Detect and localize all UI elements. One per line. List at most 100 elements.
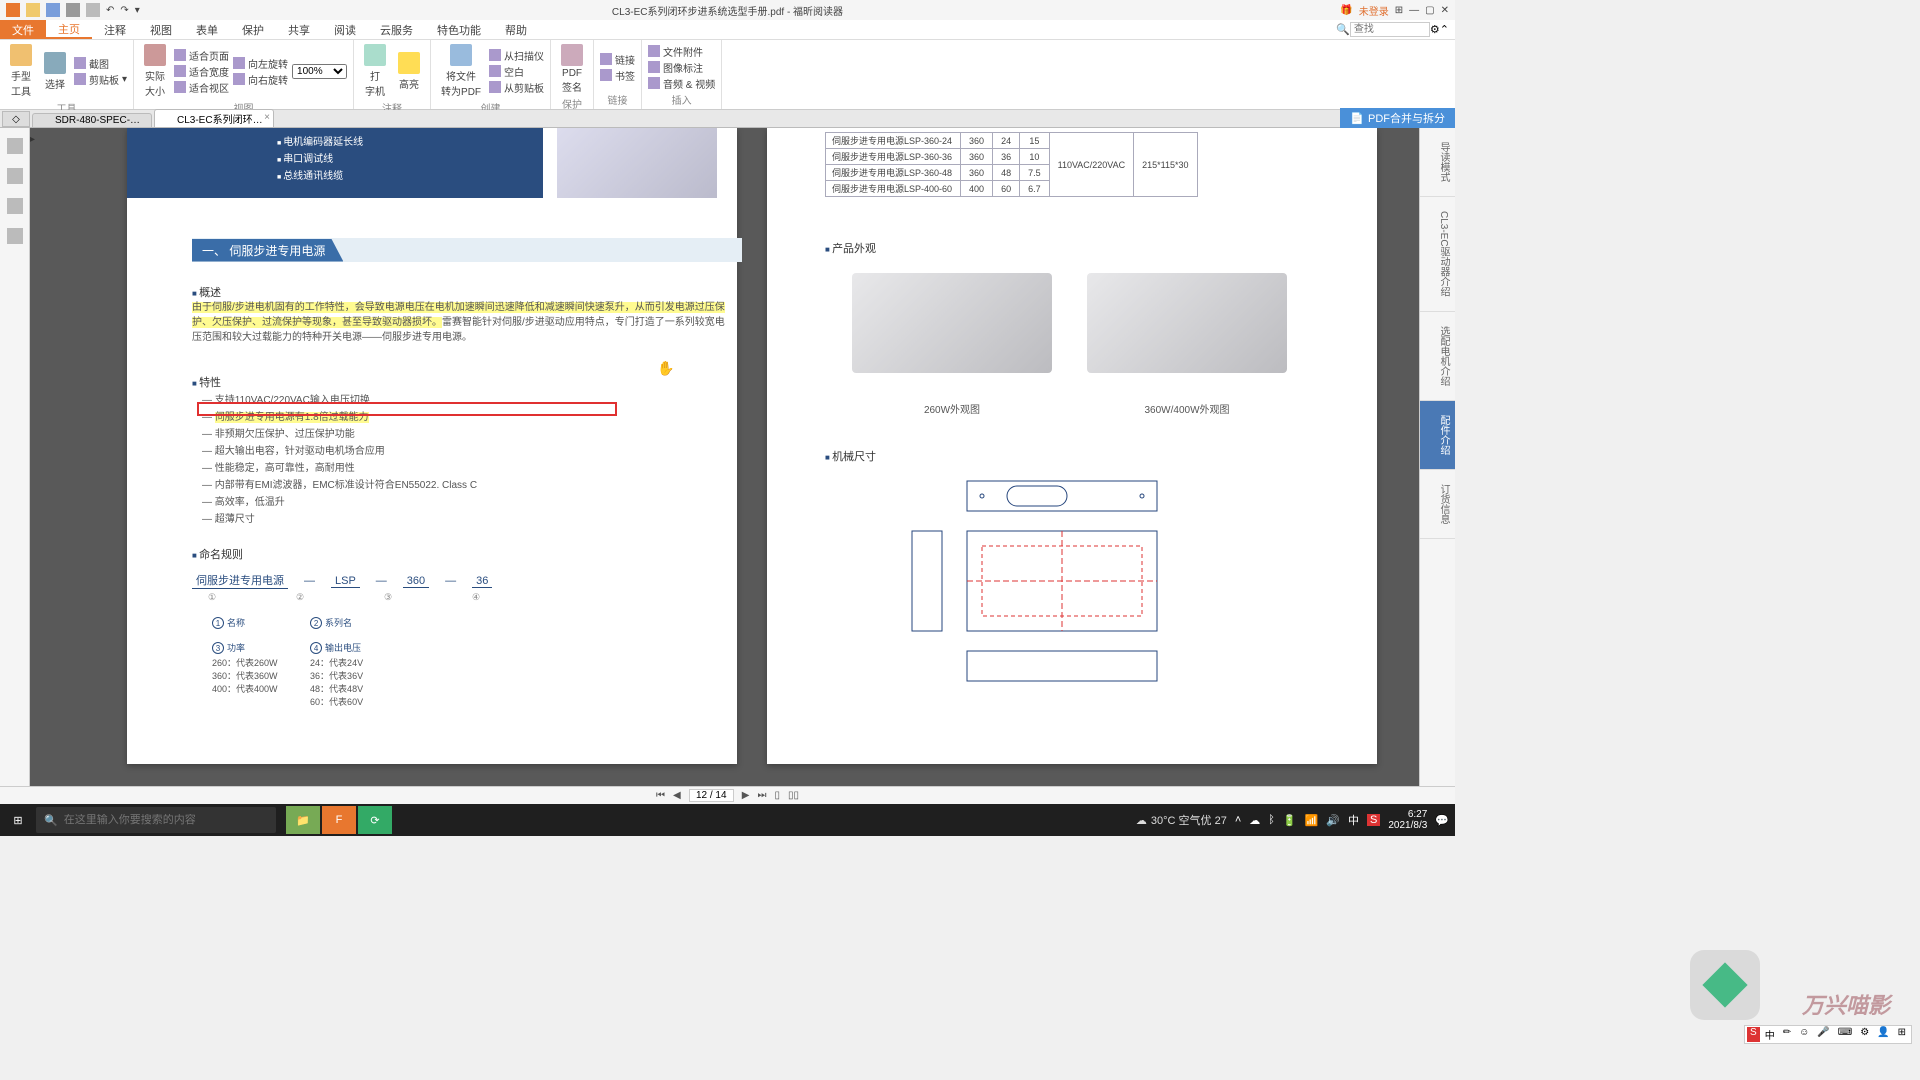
- filmora-watermark-icon: [1690, 950, 1760, 1020]
- fit-width-button[interactable]: 适合宽度: [174, 64, 229, 79]
- fit-visible-button[interactable]: 适合视区: [174, 80, 229, 95]
- single-page-icon[interactable]: ▯: [774, 790, 780, 801]
- expand-panel-icon[interactable]: ▸: [30, 134, 40, 146]
- email-icon[interactable]: [86, 3, 100, 17]
- tray-bluetooth-icon[interactable]: ᛒ: [1268, 814, 1275, 826]
- psu-label-360w: 360W/400W外观图: [1087, 401, 1287, 416]
- tab-protect[interactable]: 保护: [230, 20, 276, 39]
- tray-wifi-icon[interactable]: 📶: [1305, 814, 1319, 827]
- doc-tab-1[interactable]: SDR-480-SPEC-CN....: [32, 113, 152, 127]
- layers-panel-icon[interactable]: [7, 198, 23, 214]
- login-link[interactable]: 未登录: [1359, 3, 1389, 18]
- taskbar-app-foxit[interactable]: F: [322, 806, 356, 834]
- clipboard-button[interactable]: 剪贴板▾: [74, 72, 127, 87]
- blank-button[interactable]: 空白: [489, 64, 544, 79]
- taskbar-search[interactable]: 🔍: [36, 807, 276, 833]
- tray-battery-icon[interactable]: 🔋: [1283, 814, 1297, 827]
- vtab-reading[interactable]: 导读模式: [1420, 128, 1455, 197]
- open-icon[interactable]: [26, 3, 40, 17]
- vtab-motor[interactable]: 选配电机介绍: [1420, 312, 1455, 401]
- maximize-icon[interactable]: ▢: [1425, 5, 1434, 16]
- close-tab-icon[interactable]: ×: [264, 112, 270, 123]
- rotate-right-button[interactable]: 向右旋转: [233, 72, 288, 87]
- tray-volume-icon[interactable]: 🔊: [1326, 814, 1340, 827]
- link-button[interactable]: 链接: [600, 52, 635, 67]
- notifications-icon[interactable]: 💬: [1435, 814, 1449, 827]
- snapshot-button[interactable]: 截图: [74, 56, 127, 71]
- doc-tab-2[interactable]: CL3-EC系列闭环步进...×: [154, 109, 274, 127]
- tab-read[interactable]: 阅读: [322, 20, 368, 39]
- gift-icon[interactable]: 🎁: [1340, 5, 1352, 16]
- file-attach-button[interactable]: 文件附件: [648, 44, 715, 59]
- last-page-icon[interactable]: ⏭: [757, 790, 766, 801]
- qat-dropdown-icon[interactable]: ▾: [135, 5, 140, 16]
- hand-tool-button[interactable]: 手型 工具: [6, 42, 36, 100]
- select-tool-button[interactable]: 选择: [40, 50, 70, 93]
- bookmarks-panel-icon[interactable]: [7, 138, 23, 154]
- image-annot-button[interactable]: 图像标注: [648, 60, 715, 75]
- actual-size-button[interactable]: 实际 大小: [140, 42, 170, 100]
- start-button[interactable]: ⊞: [0, 814, 36, 827]
- taskbar-app-other[interactable]: ⟳: [358, 806, 392, 834]
- tab-annotate[interactable]: 注释: [92, 20, 138, 39]
- from-clipboard-button[interactable]: 从剪贴板: [489, 80, 544, 95]
- from-scanner-button[interactable]: 从扫描仪: [489, 48, 544, 63]
- tab-forms[interactable]: 表单: [184, 20, 230, 39]
- attachments-panel-icon[interactable]: [7, 228, 23, 244]
- grid-icon[interactable]: ⊞: [1395, 5, 1403, 16]
- pdf-merge-split-banner[interactable]: 📄PDF合并与拆分: [1340, 108, 1455, 128]
- undo-icon[interactable]: ↶: [106, 5, 114, 16]
- weather-widget[interactable]: ☁ 30°C 空气优 27: [1136, 812, 1227, 828]
- workspace: ▸ 电机编码器延长线 串口调试线 总线通讯线缆 一、 伺服步进专用电源 概述 由…: [0, 128, 1455, 786]
- taskbar-search-input[interactable]: [64, 814, 268, 826]
- audio-video-button[interactable]: 音频 & 视频: [648, 76, 715, 91]
- vtab-order[interactable]: 订货信息: [1420, 470, 1455, 539]
- tab-cloud[interactable]: 云服务: [368, 20, 425, 39]
- tray-onedrive-icon[interactable]: ☁: [1249, 814, 1260, 827]
- settings-icon[interactable]: ⚙: [1430, 23, 1440, 36]
- start-tab-button[interactable]: ◇: [2, 111, 30, 127]
- tab-home[interactable]: 主页: [46, 20, 92, 39]
- taskbar-app-explorer[interactable]: 📁: [286, 806, 320, 834]
- first-page-icon[interactable]: ⏮: [656, 790, 665, 801]
- facing-page-icon[interactable]: ▯▯: [788, 790, 799, 801]
- rotate-left-button[interactable]: 向左旋转: [233, 56, 288, 71]
- fit-page-button[interactable]: 适合页面: [174, 48, 229, 63]
- tray-sogou-icon[interactable]: S: [1367, 814, 1380, 826]
- vtab-accessories[interactable]: 配件介绍: [1420, 401, 1455, 470]
- prev-page-icon[interactable]: ◀: [673, 790, 681, 801]
- appearance-heading: 产品外观: [825, 240, 876, 256]
- tab-file[interactable]: 文件: [0, 20, 46, 39]
- next-page-icon[interactable]: ▶: [742, 790, 750, 801]
- ime-floating-bar[interactable]: S中✏☺🎤⌨⚙👤⊞: [1744, 1025, 1912, 1044]
- zoom-select[interactable]: 100%: [292, 64, 347, 79]
- redo-icon[interactable]: ↷: [120, 5, 128, 16]
- naming-indices: ① ② ③ ④: [192, 592, 496, 603]
- bookmark-button[interactable]: 书签: [600, 68, 635, 83]
- tab-view[interactable]: 视图: [138, 20, 184, 39]
- header-bullet: 串口调试线: [277, 149, 543, 166]
- tab-share[interactable]: 共享: [276, 20, 322, 39]
- typewriter-button[interactable]: 打 字机: [360, 42, 390, 100]
- tray-ime-icon[interactable]: 中: [1348, 812, 1359, 828]
- page-area[interactable]: 电机编码器延长线 串口调试线 总线通讯线缆 一、 伺服步进专用电源 概述 由于伺…: [30, 128, 1419, 786]
- search-icon[interactable]: 🔍: [1336, 23, 1350, 36]
- print-icon[interactable]: [66, 3, 80, 17]
- vtab-driver[interactable]: CL3-EC驱动器介绍: [1420, 197, 1455, 312]
- highlight-button[interactable]: 高亮: [394, 50, 424, 93]
- menu-search-input[interactable]: [1350, 22, 1430, 37]
- to-pdf-button[interactable]: 将文件 转为PDF: [437, 42, 485, 100]
- quick-access-toolbar: ↶ ↷ ▾: [0, 3, 146, 17]
- tab-special[interactable]: 特色功能: [425, 20, 493, 39]
- page-number-input[interactable]: [689, 789, 734, 802]
- close-icon[interactable]: ✕: [1441, 5, 1449, 16]
- pdf-sign-button[interactable]: PDF 签名: [557, 42, 587, 96]
- taskbar-clock[interactable]: 6:272021/8/3: [1388, 809, 1427, 831]
- psu-image-260w: [852, 273, 1052, 373]
- tab-help[interactable]: 帮助: [493, 20, 539, 39]
- minimize-icon[interactable]: —: [1409, 5, 1419, 16]
- save-icon[interactable]: [46, 3, 60, 17]
- pages-panel-icon[interactable]: [7, 168, 23, 184]
- chevron-up-icon[interactable]: ⌃: [1440, 23, 1449, 36]
- tray-chevron-up-icon[interactable]: ˄: [1235, 814, 1241, 826]
